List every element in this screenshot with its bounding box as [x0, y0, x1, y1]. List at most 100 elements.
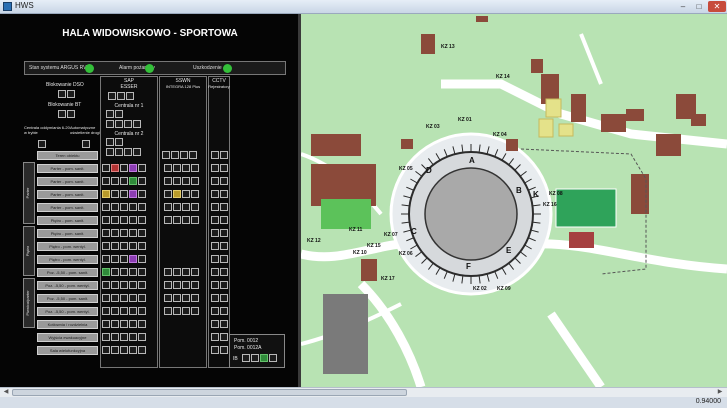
arena-sector-c[interactable]: C — [411, 227, 417, 236]
central2-lock-icon[interactable] — [124, 148, 132, 156]
teren-lock-icon[interactable] — [180, 151, 188, 159]
row-4-ssw-icon-1[interactable] — [164, 203, 172, 211]
central1-bar-icon[interactable] — [106, 120, 114, 128]
row-14-camera-icon[interactable] — [211, 333, 219, 341]
room-row-15[interactable]: Sala wielofunkcyjna — [37, 346, 98, 355]
row-7-sap-icon-4[interactable] — [129, 242, 137, 250]
row-5-sap-icon-5[interactable] — [138, 216, 146, 224]
row-3-ssw-icon-3[interactable] — [182, 190, 190, 198]
auto-light-icon[interactable] — [82, 140, 90, 148]
row-11-camera-icon[interactable] — [211, 294, 219, 302]
row-12-ssw-icon-2[interactable] — [173, 307, 181, 315]
row-7-camera-icon[interactable] — [211, 242, 219, 250]
row-10-sap-icon-5[interactable] — [138, 281, 146, 289]
zone-marker-kz-16[interactable]: KZ 16 — [543, 202, 557, 208]
zone-marker-kz-06[interactable]: KZ 06 — [399, 251, 413, 257]
row-11-ssw-icon-2[interactable] — [173, 294, 181, 302]
room-row-14[interactable]: Wyjścia ewakuacyjne — [37, 333, 98, 342]
row-3-sap-icon-2[interactable] — [111, 190, 119, 198]
row-3-ssw-icon-2[interactable] — [173, 190, 181, 198]
zone-marker-kz-17[interactable]: KZ 17 — [381, 276, 395, 282]
row-5-sap-icon-1[interactable] — [102, 216, 110, 224]
row-1-sap-icon-4[interactable] — [129, 164, 137, 172]
row-6-sap-icon-5[interactable] — [138, 229, 146, 237]
central1-fire-icon[interactable] — [115, 110, 123, 118]
row-14-close-icon[interactable] — [220, 333, 228, 341]
room-row-7[interactable]: Piętro - pom. wentyl. — [37, 242, 98, 251]
horizontal-scrollbar[interactable]: ◀ ▶ — [0, 387, 727, 397]
sap-alarm-icon[interactable] — [108, 92, 116, 100]
row-9-ssw-icon-4[interactable] — [191, 268, 199, 276]
row-4-ssw-icon-4[interactable] — [191, 203, 199, 211]
bt-toggle-icon[interactable] — [58, 110, 66, 118]
row-6-camera-icon[interactable] — [211, 229, 219, 237]
row-9-ssw-icon-1[interactable] — [164, 268, 172, 276]
row-9-ssw-icon-2[interactable] — [173, 268, 181, 276]
room-row-13[interactable]: Kotłownia / rozdzielnia — [37, 320, 98, 329]
row-5-ssw-icon-4[interactable] — [191, 216, 199, 224]
row-2-ssw-icon-4[interactable] — [191, 177, 199, 185]
central2-fire-icon[interactable] — [115, 138, 123, 146]
row-12-sap-icon-3[interactable] — [120, 307, 128, 315]
row-9-sap-icon-1[interactable] — [102, 268, 110, 276]
row-15-sap-icon-5[interactable] — [138, 346, 146, 354]
row-15-camera-icon[interactable] — [211, 346, 219, 354]
arena-sector-f[interactable]: F — [466, 262, 471, 271]
row-1-sap-icon-2[interactable] — [111, 164, 119, 172]
row-4-camera-icon[interactable] — [211, 203, 219, 211]
row-13-sap-icon-4[interactable] — [129, 320, 137, 328]
row-10-sap-icon-2[interactable] — [111, 281, 119, 289]
row-10-ssw-icon-2[interactable] — [173, 281, 181, 289]
row-4-ssw-icon-3[interactable] — [182, 203, 190, 211]
row-10-close-icon[interactable] — [220, 281, 228, 289]
row-1-sap-icon-5[interactable] — [138, 164, 146, 172]
row-1-sap-icon-1[interactable] — [102, 164, 110, 172]
zone-marker-kz-12[interactable]: KZ 12 — [307, 238, 321, 244]
row-5-ssw-icon-1[interactable] — [164, 216, 172, 224]
central2-bar-icon[interactable] — [106, 148, 114, 156]
row-4-ssw-icon-2[interactable] — [173, 203, 181, 211]
arena-sector-k[interactable]: K — [533, 190, 539, 199]
sap-close-icon[interactable] — [126, 92, 134, 100]
row-10-ssw-icon-3[interactable] — [182, 281, 190, 289]
row-8-close-icon[interactable] — [220, 255, 228, 263]
row-3-camera-icon[interactable] — [211, 190, 219, 198]
central2-flag-icon[interactable] — [115, 148, 123, 156]
row-2-ssw-icon-3[interactable] — [182, 177, 190, 185]
row-4-sap-icon-2[interactable] — [111, 203, 119, 211]
row-2-camera-icon[interactable] — [211, 177, 219, 185]
row-2-sap-icon-5[interactable] — [138, 177, 146, 185]
zone-marker-kz-13[interactable]: KZ 13 — [441, 44, 455, 50]
row-10-sap-icon-1[interactable] — [102, 281, 110, 289]
site-map[interactable]: A B C D E F K KZ 13 KZ 14 KZ 03 KZ 01 KZ 04 KZ 05 KZ … — [301, 14, 727, 387]
room-row-5[interactable]: Piętro - pom. sanit. — [37, 216, 98, 225]
room-row-2[interactable]: Parter - pom. sanit. — [37, 177, 98, 186]
row-7-close-icon[interactable] — [220, 242, 228, 250]
zone-marker-kz-01[interactable]: KZ 01 — [458, 117, 472, 123]
zone-marker-kz-04[interactable]: KZ 04 — [493, 132, 507, 138]
row-9-ssw-icon-3[interactable] — [182, 268, 190, 276]
arena-sector-a[interactable]: A — [469, 156, 475, 165]
row-4-sap-icon-5[interactable] — [138, 203, 146, 211]
teren-bar-icon[interactable] — [162, 151, 170, 159]
central-mode-icon[interactable] — [38, 140, 46, 148]
row-3-sap-icon-1[interactable] — [102, 190, 110, 198]
central2-close-icon[interactable] — [133, 148, 141, 156]
row-3-sap-icon-4[interactable] — [129, 190, 137, 198]
scroll-thumb[interactable] — [12, 389, 407, 396]
row-5-sap-icon-2[interactable] — [111, 216, 119, 224]
row-8-sap-icon-3[interactable] — [120, 255, 128, 263]
row-3-ssw-icon-4[interactable] — [191, 190, 199, 198]
arena-sector-d[interactable]: D — [426, 166, 432, 175]
scroll-left-icon[interactable]: ◀ — [1, 388, 11, 397]
row-7-sap-icon-5[interactable] — [138, 242, 146, 250]
room-row-10[interactable]: Poz. -5,50 - pom. wentyl. — [37, 281, 98, 290]
row-13-camera-icon[interactable] — [211, 320, 219, 328]
row-1-camera-icon[interactable] — [211, 164, 219, 172]
row-12-ssw-icon-4[interactable] — [191, 307, 199, 315]
info-flag-icon[interactable] — [251, 354, 259, 362]
dso-lock-icon[interactable] — [67, 90, 75, 98]
row-4-sap-icon-1[interactable] — [102, 203, 110, 211]
row-12-ssw-icon-3[interactable] — [182, 307, 190, 315]
central1-flag-icon[interactable] — [115, 120, 123, 128]
